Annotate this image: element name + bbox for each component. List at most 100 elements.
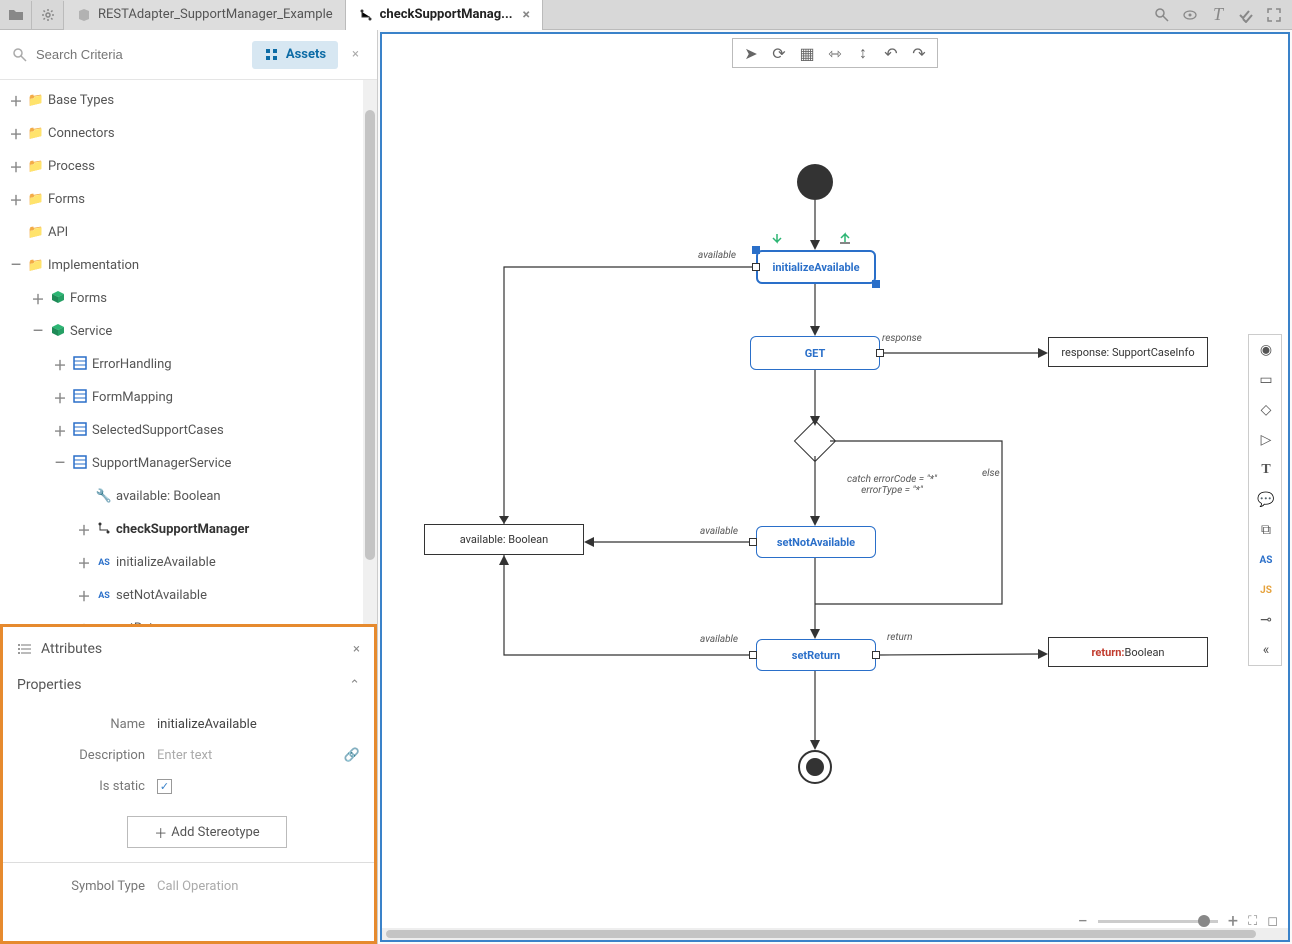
collapse-icon[interactable]: — (52, 456, 68, 471)
text-icon[interactable]: T (1208, 5, 1228, 25)
text-icon[interactable]: T (1249, 455, 1283, 485)
tree-item-available[interactable]: 🔧available: Boolean (0, 480, 377, 513)
prop-description: Description Enter text 🔗 (17, 740, 360, 771)
expand-icon[interactable]: ＋ (76, 520, 92, 539)
tree-item-implementation[interactable]: —📁Implementation (0, 249, 377, 282)
check-icon[interactable] (1236, 5, 1256, 25)
assets-filter[interactable]: Assets (252, 41, 338, 69)
expand-icon[interactable]: ＋ (52, 421, 68, 440)
tree-item-supportmanagerservice[interactable]: —SupportManagerService (0, 447, 377, 480)
node-setreturn[interactable]: setReturn (756, 639, 876, 671)
node-return[interactable]: return: Boolean (1048, 637, 1208, 667)
wrench-icon: 🔧 (94, 489, 114, 504)
close-icon[interactable]: × (353, 642, 360, 657)
zoom-slider[interactable] (1098, 920, 1218, 923)
expand-icon[interactable]: ＋ (52, 355, 68, 374)
decision-node[interactable] (794, 420, 836, 462)
activity-icon[interactable]: ⊸ (1249, 605, 1283, 635)
expand-icon[interactable]: ＋ (8, 91, 24, 110)
node-get[interactable]: GET (750, 336, 880, 370)
pentagon-icon[interactable]: ▷ (1249, 425, 1283, 455)
main-split: Assets × ＋📁Base Types ＋📁Connectors ＋📁Pro… (0, 30, 1292, 944)
horizontal-scrollbar[interactable] (382, 928, 1288, 940)
expand-icon[interactable]: ＋ (30, 289, 46, 308)
diamond-icon[interactable]: ◇ (1249, 395, 1283, 425)
node-initialize-available[interactable]: initializeAvailable (756, 250, 876, 284)
tree-item-errorhandling[interactable]: ＋ErrorHandling (0, 348, 377, 381)
fullscreen-icon[interactable] (1264, 5, 1284, 25)
chevron-up-icon[interactable]: ⌃ (349, 678, 360, 693)
tab-checksupportmanager[interactable]: checkSupportManag... × (346, 0, 543, 30)
expand-icon[interactable]: ＋ (76, 586, 92, 605)
as-icon[interactable]: AS (1249, 545, 1283, 575)
expand-icon[interactable]: ＋ (52, 388, 68, 407)
package-icon: 📁 (26, 258, 46, 273)
expand-icon[interactable]: ＋ (76, 619, 92, 624)
collapse-icon[interactable]: — (30, 324, 46, 339)
start-node[interactable] (797, 164, 833, 200)
fit-icon[interactable]: ◻ (1267, 914, 1278, 929)
expand-icon[interactable]: ＋ (8, 124, 24, 143)
port[interactable] (749, 538, 757, 546)
tree-item-service[interactable]: —Service (0, 315, 377, 348)
link-icon[interactable]: 🔗 (344, 748, 360, 763)
assets-icon (264, 47, 280, 63)
node-setnotavailable[interactable]: setNotAvailable (756, 526, 876, 558)
folder-icon: 📁 (26, 225, 46, 240)
list-icon (17, 641, 33, 657)
expand-icon[interactable]: ＋ (8, 157, 24, 176)
properties-header[interactable]: Properties ⌃ (17, 669, 360, 709)
expand-icon[interactable]: ＋ (8, 190, 24, 209)
tree-item-process[interactable]: ＋📁Process (0, 150, 377, 183)
search-input[interactable] (36, 47, 244, 62)
fullscreen-icon[interactable]: ⛶ (1248, 914, 1257, 929)
gear-icon[interactable] (32, 1, 64, 29)
tree-item-selectedsupportcases[interactable]: ＋SelectedSupportCases (0, 414, 377, 447)
diagram-canvas[interactable]: ➤ ⟳ ▦ ⇿ ↕ ↶ ↷ initializeAvailable GET (380, 32, 1290, 942)
name-value[interactable]: initializeAvailable (157, 717, 257, 732)
close-icon[interactable]: × (346, 47, 365, 62)
tree-item-setreturn[interactable]: ＋ASsetReturn (0, 612, 377, 624)
tree-item-forms[interactable]: ＋📁Forms (0, 183, 377, 216)
tree-item-setnotavailable[interactable]: ＋ASsetNotAvailable (0, 579, 377, 612)
tree-item-initializeavailable[interactable]: ＋ASinitializeAvailable (0, 546, 377, 579)
tree-item-checksupportmanager[interactable]: ＋checkSupportManager (0, 513, 377, 546)
add-stereotype-button[interactable]: ＋ Add Stereotype (127, 816, 287, 848)
rect-icon[interactable]: ▭ (1249, 365, 1283, 395)
js-icon[interactable]: JS (1249, 575, 1283, 605)
initial-node-icon[interactable]: ◉ (1249, 335, 1283, 365)
search-icon[interactable] (1152, 5, 1172, 25)
scrollbar-thumb[interactable] (365, 110, 375, 560)
selection-handle[interactable] (872, 280, 880, 288)
tree-item-base-types[interactable]: ＋📁Base Types (0, 84, 377, 117)
port[interactable] (749, 651, 757, 659)
class-icon (70, 421, 90, 441)
tree-item-impl-forms[interactable]: ＋Forms (0, 282, 377, 315)
selection-handle[interactable] (752, 246, 760, 254)
folder-icon[interactable] (0, 1, 32, 29)
close-icon[interactable]: × (523, 7, 530, 23)
comment-icon[interactable]: 💬 (1249, 485, 1283, 515)
tree-scrollbar[interactable] (363, 80, 377, 624)
tree-item-connectors[interactable]: ＋📁Connectors (0, 117, 377, 150)
link-icon[interactable]: ⧉ (1249, 515, 1283, 545)
tree-item-formmapping[interactable]: ＋FormMapping (0, 381, 377, 414)
tree-item-api[interactable]: 📁API (0, 216, 377, 249)
description-input[interactable]: Enter text (157, 748, 212, 763)
collapse-icon[interactable]: — (8, 258, 24, 273)
tab-restadapter[interactable]: RESTAdapter_SupportManager_Example (64, 0, 346, 30)
slider-thumb[interactable] (1198, 915, 1210, 927)
node-available-boolean[interactable]: available: Boolean (424, 524, 584, 555)
node-response[interactable]: response: SupportCaseInfo (1048, 337, 1208, 367)
search-icon (12, 47, 28, 63)
scrollbar-thumb[interactable] (386, 930, 1256, 938)
collapse-icon[interactable]: « (1249, 635, 1283, 665)
port[interactable] (752, 263, 760, 271)
class-icon (70, 388, 90, 408)
is-static-checkbox[interactable]: ✓ (157, 779, 172, 794)
eye-icon[interactable] (1180, 5, 1200, 25)
expand-icon[interactable]: ＋ (76, 553, 92, 572)
port[interactable] (876, 349, 884, 357)
port[interactable] (872, 651, 880, 659)
end-node[interactable] (798, 750, 832, 784)
